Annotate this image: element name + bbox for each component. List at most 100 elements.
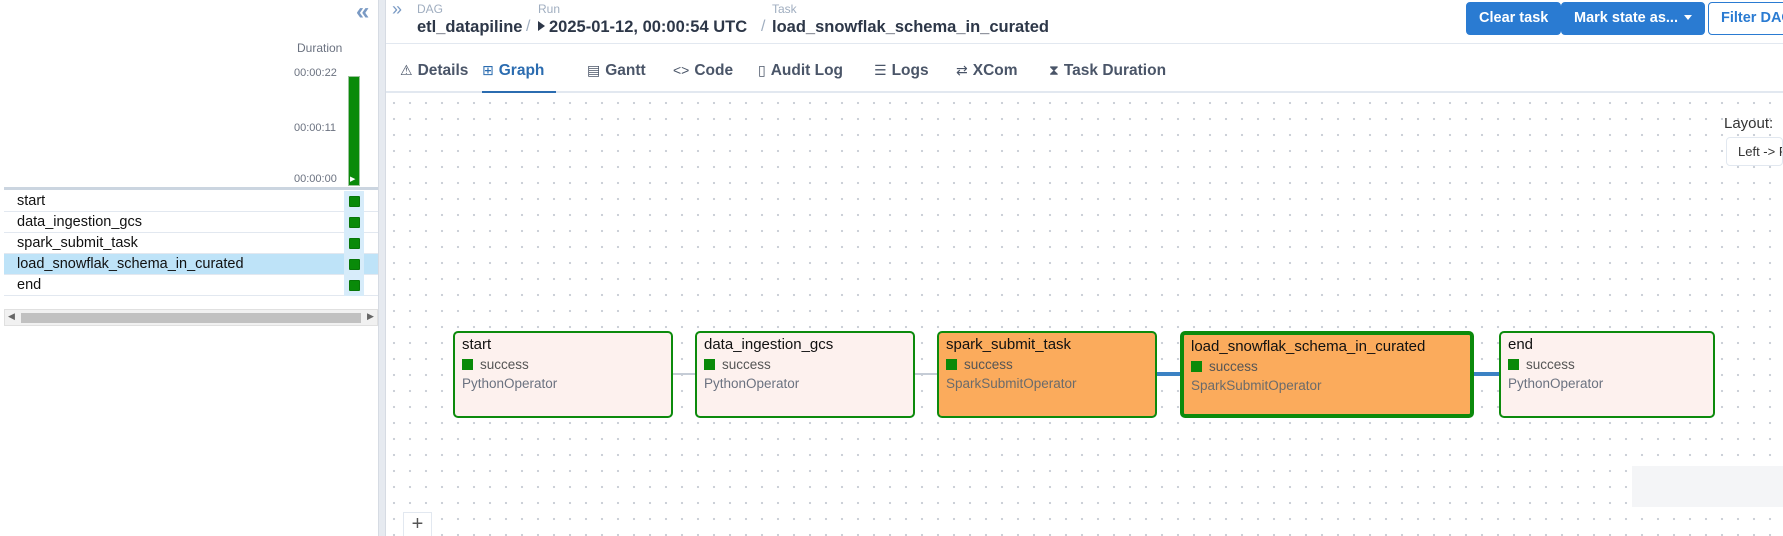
- breadcrumb: » DAG etl_datapiline / Run 2025-01-12, 0…: [386, 0, 1783, 44]
- details-panel: » DAG etl_datapiline / Run 2025-01-12, 0…: [386, 0, 1783, 536]
- code-icon: <>: [673, 62, 690, 78]
- node-task-name: start: [462, 336, 492, 353]
- duration-tick: 00:00:11: [294, 122, 337, 134]
- horizontal-scrollbar[interactable]: ◀ ▶: [4, 309, 378, 326]
- duration-tick: 00:00:22: [294, 67, 337, 79]
- graph-node-end[interactable]: end success PythonOperator: [1499, 331, 1715, 418]
- task-row-load-snowflak-schema-in-curated[interactable]: load_snowflak_schema_in_curated: [4, 254, 378, 275]
- breadcrumb-separator: /: [526, 18, 531, 35]
- mark-state-button[interactable]: Mark state as...: [1561, 2, 1705, 35]
- file-search-icon: ▯: [758, 62, 766, 78]
- status-square: [704, 359, 715, 370]
- node-status: success: [946, 357, 1148, 372]
- task-status-square[interactable]: [349, 196, 360, 207]
- node-operator: SparkSubmitOperator: [1191, 378, 1322, 393]
- status-square: [946, 359, 957, 370]
- scroll-left-icon[interactable]: ◀: [8, 311, 15, 322]
- task-grid-panel: « Duration 00:00:22 00:00:11 00:00:00 ▶ …: [0, 0, 378, 536]
- gantt-icon: ▤: [587, 62, 601, 78]
- graph-node-data-ingestion-gcs[interactable]: data_ingestion_gcs success PythonOperato…: [695, 331, 915, 418]
- status-square: [462, 359, 473, 370]
- scrollbar-thumb[interactable]: [21, 313, 361, 323]
- graph-edge: [1474, 372, 1499, 376]
- node-operator: SparkSubmitOperator: [946, 376, 1077, 391]
- node-task-name: data_ingestion_gcs: [704, 336, 834, 353]
- status-square: [1191, 361, 1202, 372]
- tab-code[interactable]: <> Code: [673, 52, 733, 93]
- node-status: success: [462, 357, 664, 372]
- task-status-square[interactable]: [349, 280, 360, 291]
- graph-minimap[interactable]: [1632, 466, 1783, 507]
- breadcrumb-label: Task: [772, 2, 797, 16]
- graph-node-load-snowflak-schema-in-curated[interactable]: load_snowflak_schema_in_curated success …: [1180, 331, 1474, 418]
- tab-gantt[interactable]: ▤ Gantt: [587, 52, 646, 93]
- node-operator: PythonOperator: [1508, 376, 1604, 391]
- task-status-square[interactable]: [349, 238, 360, 249]
- tab-audit-log[interactable]: ▯ Audit Log: [758, 52, 843, 93]
- task-status-square[interactable]: [349, 217, 360, 228]
- node-status: success: [1191, 359, 1463, 374]
- expand-panel-icon[interactable]: »: [392, 0, 402, 20]
- tab-xcom[interactable]: ⇄ XCom: [956, 52, 1018, 93]
- node-task-name: spark_submit_task: [946, 336, 1072, 353]
- panel-resize-handle[interactable]: [378, 0, 386, 536]
- run-play-icon: ▶: [350, 176, 356, 183]
- breadcrumb-dag[interactable]: DAG etl_datapiline: [417, 2, 522, 37]
- node-task-name: load_snowflak_schema_in_curated: [1191, 338, 1426, 355]
- breadcrumb-value[interactable]: 2025-01-12, 00:00:54 UTC: [538, 18, 747, 37]
- filter-dag-button[interactable]: Filter DAG: [1708, 2, 1783, 35]
- breadcrumb-value[interactable]: load_snowflak_schema_in_curated: [772, 18, 1049, 37]
- layout-select[interactable]: Left -> Right: [1726, 137, 1783, 166]
- graph-node-start[interactable]: start success PythonOperator: [453, 331, 673, 418]
- swap-arrows-icon: ⇄: [956, 62, 968, 78]
- graph-icon: ⊞: [482, 62, 494, 78]
- tab-bar: ⚠ Details ⊞ Graph ▤ Gantt <> Code ▯ Audit Log…: [386, 52, 1783, 93]
- node-status: success: [1508, 357, 1706, 372]
- breadcrumb-separator: /: [761, 18, 766, 35]
- task-row-spark-submit-task[interactable]: spark_submit_task: [4, 233, 378, 254]
- list-icon: ☰: [874, 62, 887, 78]
- tab-task-duration[interactable]: ⧗ Task Duration: [1049, 52, 1166, 93]
- task-status-square[interactable]: [349, 259, 360, 270]
- breadcrumb-run[interactable]: Run 2025-01-12, 00:00:54 UTC: [538, 2, 747, 37]
- task-name: start: [17, 193, 46, 209]
- clear-task-button[interactable]: Clear task: [1466, 2, 1562, 35]
- run-play-icon: [538, 21, 545, 31]
- task-name: spark_submit_task: [17, 235, 138, 251]
- task-list: start data_ingestion_gcs spark_submit_ta…: [4, 191, 378, 296]
- grid-divider: [4, 187, 378, 190]
- graph-edge: [673, 373, 695, 375]
- breadcrumb-value[interactable]: etl_datapiline: [417, 18, 522, 37]
- task-row-data-ingestion-gcs[interactable]: data_ingestion_gcs: [4, 212, 378, 233]
- zoom-in-button[interactable]: +: [403, 512, 432, 536]
- graph-canvas[interactable]: [386, 95, 1783, 536]
- node-operator: PythonOperator: [462, 376, 558, 391]
- task-name: load_snowflak_schema_in_curated: [17, 256, 244, 272]
- task-row-end[interactable]: end: [4, 275, 378, 296]
- breadcrumb-label: Run: [538, 2, 561, 16]
- status-square: [1508, 359, 1519, 370]
- collapse-panel-icon[interactable]: «: [356, 0, 370, 26]
- breadcrumb-task[interactable]: Task load_snowflak_schema_in_curated: [772, 2, 1049, 37]
- tab-details[interactable]: ⚠ Details: [400, 52, 468, 93]
- graph-edge: [1157, 372, 1180, 376]
- duration-tick: 00:00:00: [294, 173, 337, 185]
- run-duration-bar[interactable]: [348, 76, 360, 186]
- task-row-start[interactable]: start: [4, 191, 378, 212]
- node-operator: PythonOperator: [704, 376, 800, 391]
- node-status: success: [704, 357, 906, 372]
- tab-logs[interactable]: ☰ Logs: [874, 52, 929, 93]
- graph-edge: [915, 373, 937, 375]
- layout-label: Layout:: [1724, 115, 1774, 132]
- breadcrumb-label: DAG: [417, 2, 444, 16]
- scroll-right-icon[interactable]: ▶: [367, 311, 374, 322]
- task-name: data_ingestion_gcs: [17, 214, 142, 230]
- task-name: end: [17, 277, 42, 293]
- graph-node-spark-submit-task[interactable]: spark_submit_task success SparkSubmitOpe…: [937, 331, 1157, 418]
- chevron-down-icon: [1683, 15, 1692, 20]
- duration-axis-label: Duration: [297, 41, 343, 55]
- warning-triangle-icon: ⚠: [400, 62, 413, 78]
- tab-graph[interactable]: ⊞ Graph: [482, 52, 557, 93]
- node-task-name: end: [1508, 336, 1534, 353]
- hourglass-icon: ⧗: [1049, 62, 1059, 78]
